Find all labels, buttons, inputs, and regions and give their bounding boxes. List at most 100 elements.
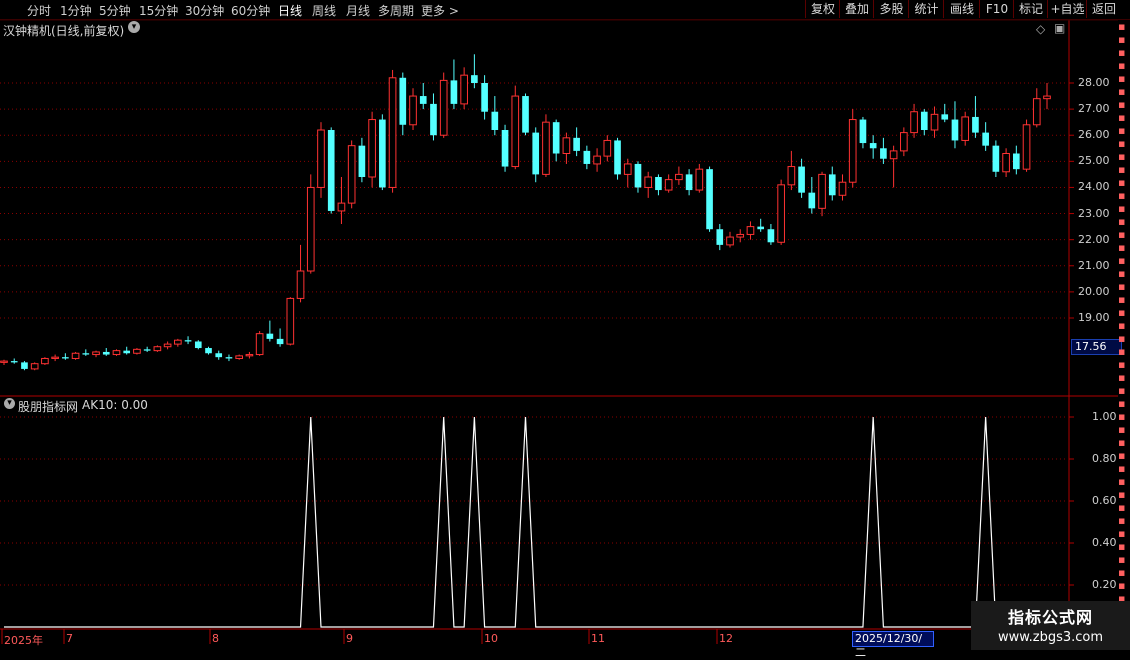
side-panel-glyph: ▪ bbox=[1118, 332, 1126, 345]
candle-body-down bbox=[767, 229, 775, 243]
indicator-tick-label: 0.40 bbox=[1092, 536, 1117, 549]
side-panel-glyph: ▪ bbox=[1118, 59, 1126, 72]
side-panel-glyph: ▪ bbox=[1118, 540, 1126, 553]
side-panel-glyph: ▪ bbox=[1118, 85, 1126, 98]
candle-body-up bbox=[900, 132, 908, 152]
candle-body-up bbox=[664, 179, 673, 191]
date-label: 12 bbox=[719, 632, 733, 645]
candle-body-down bbox=[102, 351, 110, 355]
candle-body-up bbox=[153, 346, 162, 352]
candle-body-down bbox=[184, 340, 192, 342]
date-label: 8 bbox=[212, 632, 219, 645]
last-price-tag: 17.56 bbox=[1071, 339, 1122, 355]
right-side-panel: ▪ ▪ ▪ ▪ ▪ ▪ ▪ ▪ ▪ ▪ ▪ ▪ ▪ ▪ ▪ ▪ ▪ ▪ ▪ ▪ ▪ ▪ ▪ ▪ ▪ ▪ ▪ ▪ ▪ ▪ ▪ ▪ ▪ ▪ ▪ ▪ ▪ ▪ ▪ ▪… bbox=[1118, 20, 1130, 630]
candle-body-down bbox=[450, 80, 458, 104]
date-label: 11 bbox=[591, 632, 605, 645]
side-panel-glyph: ▪ bbox=[1118, 202, 1126, 215]
side-panel-glyph: ▪ bbox=[1118, 137, 1126, 150]
candle-body-up bbox=[593, 155, 601, 165]
candle-body-up bbox=[542, 121, 550, 175]
candle-body-down bbox=[757, 226, 765, 230]
side-panel-glyph: ▪ bbox=[1118, 33, 1126, 46]
indicator-line bbox=[4, 416, 1047, 628]
candle-body-down bbox=[655, 177, 662, 191]
candle-body-up bbox=[818, 173, 826, 209]
candle-body-down bbox=[869, 143, 877, 149]
candle-body-down bbox=[532, 132, 540, 175]
candle-body-up bbox=[409, 95, 417, 126]
candle-body-up bbox=[961, 116, 970, 141]
panel-toggle-icon[interactable]: ▣ bbox=[1054, 21, 1065, 35]
side-panel-glyph: ▪ bbox=[1118, 501, 1126, 514]
candle-body-down bbox=[276, 338, 284, 345]
candle-body-down bbox=[123, 350, 131, 354]
candle-body-up bbox=[746, 226, 755, 235]
price-tick-label: 20.00 bbox=[1078, 284, 1110, 298]
candle-body-down bbox=[430, 103, 437, 136]
indicator-value: AK10: 0.00 bbox=[82, 398, 148, 412]
candle-body-up bbox=[910, 111, 918, 134]
side-panel-glyph: ▪ bbox=[1118, 553, 1126, 566]
candle-body-down bbox=[215, 353, 223, 358]
side-panel-glyph: ▪ bbox=[1118, 267, 1126, 280]
chevron-down-icon[interactable]: ▾ bbox=[128, 21, 140, 33]
side-panel-glyph: ▪ bbox=[1118, 124, 1126, 137]
candle-body-up bbox=[337, 202, 346, 212]
candle-body-up bbox=[51, 356, 59, 359]
candle-body-up bbox=[286, 297, 295, 345]
side-panel-glyph: ▪ bbox=[1118, 462, 1126, 475]
side-panel-glyph: ▪ bbox=[1118, 358, 1126, 371]
side-panel-glyph: ▪ bbox=[1118, 215, 1126, 228]
side-panel-glyph: ▪ bbox=[1118, 163, 1126, 176]
candle-body-up bbox=[726, 236, 734, 246]
indicator-tick-label: 0.20 bbox=[1092, 578, 1117, 591]
side-panel-glyph: ▪ bbox=[1118, 449, 1126, 462]
side-panel-glyph: ▪ bbox=[1118, 475, 1126, 488]
indicator-chevron-icon[interactable]: ▾ bbox=[4, 398, 15, 409]
candle-body-up bbox=[644, 176, 653, 188]
candle-body-down bbox=[552, 122, 560, 154]
candle-body-up bbox=[623, 163, 632, 175]
candle-body-down bbox=[225, 357, 233, 359]
candle-body-down bbox=[522, 96, 529, 133]
price-tick-label: 26.00 bbox=[1078, 128, 1110, 142]
candle-body-down bbox=[808, 192, 816, 209]
candle-body-up bbox=[562, 137, 571, 154]
side-panel-glyph: ▪ bbox=[1118, 423, 1126, 436]
candle-body-down bbox=[62, 357, 69, 359]
candle-body-up bbox=[306, 186, 315, 272]
side-panel-glyph: ▪ bbox=[1118, 579, 1126, 592]
candle-body-up bbox=[511, 95, 520, 168]
candle-body-up bbox=[0, 360, 8, 363]
candle-body-down bbox=[82, 353, 90, 355]
date-cursor: 2025/12/30/二 bbox=[852, 631, 934, 659]
candle-body-down bbox=[471, 75, 478, 83]
candle-body-up bbox=[736, 233, 745, 238]
side-panel-glyph: ▪ bbox=[1118, 319, 1126, 332]
side-panel-glyph: ▪ bbox=[1118, 20, 1126, 33]
candle-body-up bbox=[787, 166, 796, 186]
diamond-icon[interactable]: ◇ bbox=[1036, 22, 1045, 36]
side-panel-glyph: ▪ bbox=[1118, 98, 1126, 111]
side-panel-glyph: ▪ bbox=[1118, 488, 1126, 501]
candle-body-up bbox=[71, 352, 80, 359]
candle-body-up bbox=[675, 173, 683, 181]
candle-body-up bbox=[235, 355, 244, 359]
candle-body-down bbox=[583, 150, 591, 164]
side-panel-glyph: ▪ bbox=[1118, 176, 1126, 189]
candle-body-down bbox=[501, 130, 509, 167]
price-tick-label: 23.00 bbox=[1078, 206, 1110, 220]
watermark-title: 指标公式网 bbox=[1007, 608, 1093, 627]
candle-body-down bbox=[920, 111, 928, 130]
candle-body-up bbox=[41, 357, 49, 365]
side-panel-glyph: ▪ bbox=[1118, 527, 1126, 540]
side-panel-glyph: ▪ bbox=[1118, 189, 1126, 202]
candle-body-down bbox=[205, 348, 212, 354]
candle-body-down bbox=[573, 137, 580, 151]
candle-body-up bbox=[439, 79, 448, 136]
candle-body-up bbox=[1032, 98, 1041, 126]
candle-body-up bbox=[296, 270, 305, 299]
side-panel-glyph: ▪ bbox=[1118, 410, 1126, 423]
watermark: 指标公式网 www.zbgs3.com bbox=[971, 601, 1130, 650]
date-label: 2025年 bbox=[4, 634, 43, 647]
